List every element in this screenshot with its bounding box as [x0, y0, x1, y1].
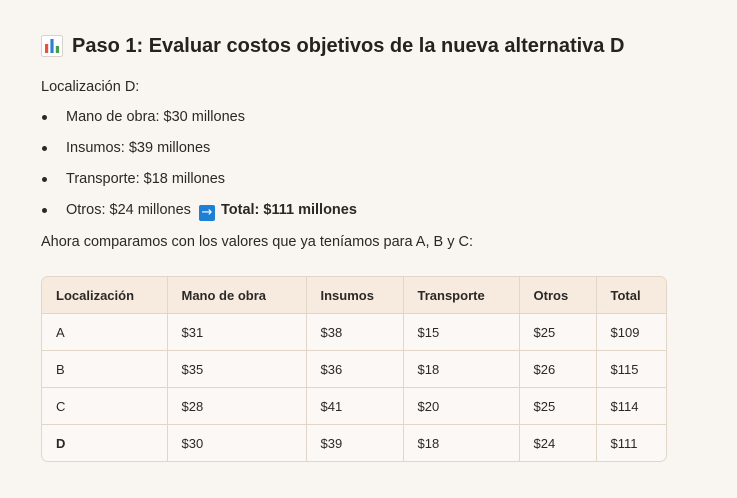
table-cell: $18 — [403, 424, 520, 461]
column-header: Mano de obra — [167, 277, 307, 314]
table-cell: $39 — [306, 424, 404, 461]
table-cell: $26 — [519, 350, 597, 388]
table-cell: $109 — [596, 313, 666, 351]
column-header: Transporte — [403, 277, 520, 314]
table-cell: $20 — [403, 387, 520, 425]
table-cell: $28 — [167, 387, 307, 425]
compare-text: Ahora comparamos con los valores que ya … — [41, 234, 473, 250]
table-cell: $31 — [167, 313, 307, 351]
table-cell: $25 — [519, 387, 597, 425]
table-row: D $30 $39 $18 $24 $111 — [42, 424, 666, 461]
table-row: B $35 $36 $18 $26 $115 — [42, 350, 666, 388]
table-cell: $38 — [306, 313, 404, 351]
table-cell: $36 — [306, 350, 404, 388]
cost-list: Mano de obra: $30 millones Insumos: $39 … — [41, 107, 681, 221]
table-cell: $25 — [519, 313, 597, 351]
table-cell: C — [42, 387, 168, 425]
table-cell: $35 — [167, 350, 307, 388]
table-cell: $115 — [596, 350, 666, 388]
table-cell: A — [42, 313, 168, 351]
table-cell: $114 — [596, 387, 666, 425]
table-cell: $41 — [306, 387, 404, 425]
table-row: C $28 $41 $20 $25 $114 — [42, 387, 666, 425]
bar-chart-icon — [41, 35, 63, 57]
total-text: Total: $111 millones — [220, 202, 357, 218]
section-heading: Paso 1: Evaluar costos objetivos de la n… — [41, 30, 681, 62]
table-cell: $111 — [610, 435, 638, 451]
table-row: A $31 $38 $15 $25 $109 — [42, 313, 666, 351]
table-cell: B — [42, 350, 168, 388]
intro-text: Localización D: — [41, 79, 140, 95]
right-arrow-icon: → — [198, 205, 215, 221]
column-header: Insumos — [306, 277, 404, 314]
list-item: Insumos: $39 millones — [41, 138, 681, 158]
table-cell: $30 — [167, 424, 307, 461]
table-header-row: Localización Mano de obra Insumos Transp… — [42, 277, 666, 314]
table-cell: $15 — [403, 313, 520, 351]
table-cell: $24 — [519, 424, 597, 461]
column-header: Total — [596, 277, 666, 314]
list-item: Transporte: $18 millones — [41, 169, 681, 189]
list-item: Mano de obra: $30 millones — [41, 107, 681, 127]
heading-text: Paso 1: Evaluar costos objetivos de la n… — [72, 35, 625, 57]
table-cell: D — [42, 424, 168, 461]
message-content: Paso 1: Evaluar costos objetivos de la n… — [41, 30, 681, 462]
column-header: Otros — [519, 277, 597, 314]
table-cell: $18 — [403, 350, 520, 388]
column-header: Localización — [42, 277, 168, 314]
list-item: Otros: $24 millones → Total: $111 millon… — [41, 200, 681, 221]
comparison-table: Localización Mano de obra Insumos Transp… — [41, 276, 667, 462]
